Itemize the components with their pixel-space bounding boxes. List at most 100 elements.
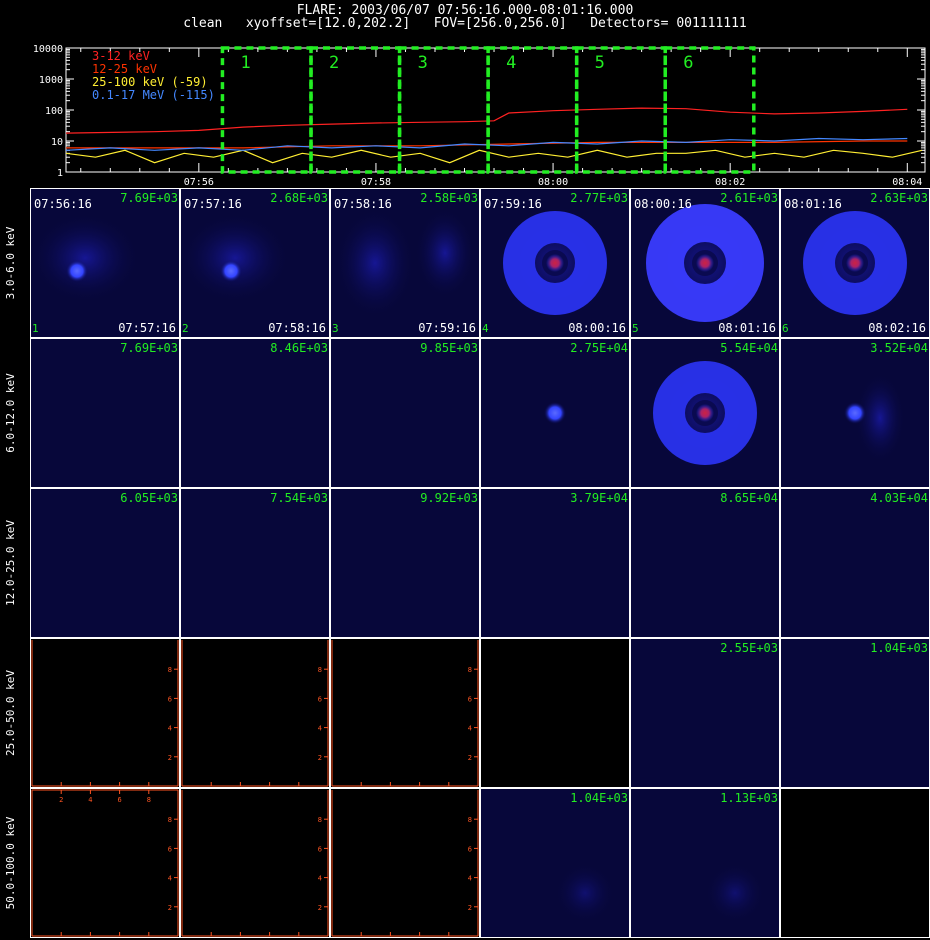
max-count-label: 9.85E+03 (420, 341, 478, 355)
y-tick-label: 10 (51, 137, 63, 148)
image-parameters: clean xyoffset=[12.0,202.2] FOV=[256.0,2… (183, 16, 747, 31)
max-count-label: 8.46E+03 (270, 341, 328, 355)
empty-axis-tick-label: 4 (318, 725, 322, 733)
source-blob (66, 260, 88, 282)
lightcurve-plot: 11010010001000007:56 07:58 08:00 08:02 08:04… (33, 44, 926, 188)
series-line-2 (65, 149, 923, 164)
max-count-label: 7.69E+03 (120, 191, 178, 205)
cell-background (330, 338, 480, 488)
time-end-label: 07:58:16 (268, 321, 326, 335)
interval-number: 4 (506, 53, 516, 73)
y-tick-label: 10000 (33, 44, 63, 55)
empty-axis-tick-label: 2 (168, 904, 172, 912)
empty-axis-tick-label: 4 (168, 725, 172, 733)
energy-band-label: 12.0-25.0 keV (4, 520, 17, 606)
source-blob (544, 402, 566, 424)
empty-axis-tick-label: 2 (59, 796, 63, 804)
source-core (546, 254, 564, 272)
max-count-label: 9.92E+03 (420, 491, 478, 505)
image-cell: 6.05E+03 (30, 488, 180, 638)
image-cell: 9.92E+03 (330, 488, 480, 638)
empty-axis-tick-label: 4 (468, 875, 472, 883)
source-blob (220, 260, 242, 282)
empty-axis-tick-label: 6 (468, 695, 472, 703)
cell-background (30, 638, 180, 788)
energy-band-label: 25.0-50.0 keV (4, 670, 17, 756)
empty-axis-tick-label: 2 (468, 754, 472, 762)
legend-entry: 25-100 keV (-59) (92, 75, 208, 89)
cell-background (630, 638, 780, 788)
empty-axis-tick-label: 8 (318, 816, 322, 824)
image-cell: 1.04E+03 (780, 638, 930, 788)
image-grid: 7.69E+03 07:56:16 07:57:16 1 2.68E+03 07:57:1… (4, 188, 930, 938)
interval-number: 1 (32, 322, 39, 335)
legend-entry: 12-25 keV (92, 62, 157, 76)
max-count-label: 1.04E+03 (870, 641, 928, 655)
noise-patch (705, 863, 765, 923)
diffuse-emission (335, 208, 415, 318)
diffuse-emission (30, 213, 140, 303)
empty-axis-tick-label: 6 (168, 845, 172, 853)
image-cell: 8.65E+04 (630, 488, 780, 638)
time-start-label: 08:00:16 (634, 197, 692, 211)
time-end-label: 07:59:16 (418, 321, 476, 335)
empty-axis-tick-label: 2 (318, 754, 322, 762)
cell-background (30, 338, 180, 488)
image-cell: 2 4 6 8 (330, 788, 480, 938)
empty-axis-tick-label: 6 (318, 845, 322, 853)
time-end-label: 08:02:16 (868, 321, 926, 335)
image-cell: 2 4 6 8 (180, 788, 330, 938)
time-start-label: 08:01:16 (784, 197, 842, 211)
image-cell: 7.69E+03 07:56:16 07:57:16 1 (30, 188, 180, 338)
max-count-label: 1.13E+03 (720, 791, 778, 805)
cell-background (330, 488, 480, 638)
max-count-label: 3.79E+04 (570, 491, 628, 505)
energy-band-label: 6.0-12.0 keV (4, 373, 17, 453)
energy-band-label: 3.0-6.0 keV (4, 226, 17, 299)
cell-background (30, 488, 180, 638)
interval-box (309, 46, 402, 174)
interval-number: 4 (482, 322, 489, 335)
empty-axis-tick-label: 6 (168, 695, 172, 703)
image-cell: 2.63E+03 08:01:16 08:02:16 6 (780, 188, 930, 338)
cell-background (330, 788, 480, 938)
empty-axis-tick-label: 8 (168, 666, 172, 674)
image-cell: 3.79E+04 (480, 488, 630, 638)
image-cell: 3.52E+04 (780, 338, 930, 488)
energy-band-label: 50.0-100.0 keV (4, 816, 17, 909)
image-cell: 7.69E+03 (30, 338, 180, 488)
plot-header: FLARE: 2003/06/07 07:56:16.000-08:01:16.… (0, 0, 930, 40)
image-cell (780, 788, 930, 938)
max-count-label: 2.61E+03 (720, 191, 778, 205)
interval-box (220, 46, 313, 174)
time-end-label: 08:00:16 (568, 321, 626, 335)
time-end-label: 08:01:16 (718, 321, 776, 335)
image-cell: 5.54E+04 (630, 338, 780, 488)
max-count-label: 1.04E+03 (570, 791, 628, 805)
max-count-label: 2.77E+03 (570, 191, 628, 205)
cell-background (30, 788, 180, 938)
cell-background (630, 788, 780, 938)
image-cell: 2.55E+03 (630, 638, 780, 788)
legend-entry: 0.1-17 MeV (-115) (92, 88, 215, 102)
interval-number: 2 (329, 53, 339, 73)
time-start-label: 07:56:16 (34, 197, 92, 211)
cell-background (780, 488, 930, 638)
image-cell: 1.04E+03 (480, 788, 630, 938)
diffuse-emission (180, 213, 290, 303)
max-count-label: 4.03E+04 (870, 491, 928, 505)
source-blob (844, 402, 866, 424)
max-count-label: 7.54E+03 (270, 491, 328, 505)
lightcurve-frame (65, 47, 926, 173)
empty-axis-tick-label: 8 (168, 816, 172, 824)
cell-background (780, 788, 930, 938)
empty-axis-tick-label: 2 (468, 904, 472, 912)
max-count-label: 6.05E+03 (120, 491, 178, 505)
max-count-label: 8.65E+04 (720, 491, 778, 505)
cell-background (180, 488, 330, 638)
empty-axis-tick-label: 8 (468, 666, 472, 674)
noise-patch (555, 863, 615, 923)
interval-number: 6 (782, 322, 789, 335)
max-count-label: 2.58E+03 (420, 191, 478, 205)
empty-axis-tick-label: 2 (318, 904, 322, 912)
